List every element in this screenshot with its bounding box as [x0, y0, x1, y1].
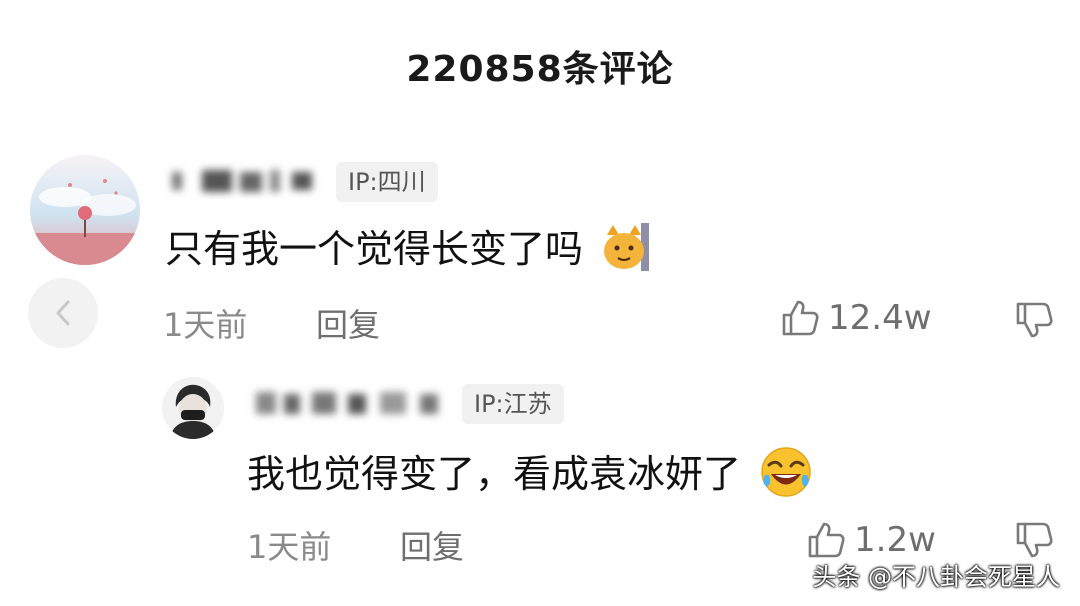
chevron-left-icon [56, 300, 70, 326]
like-count: 1.2w [854, 520, 936, 560]
avatar[interactable] [162, 377, 224, 439]
thumbs-down-icon [1016, 522, 1053, 558]
avatar[interactable] [30, 155, 140, 265]
username-blurred[interactable] [250, 388, 460, 418]
thumbs-up-icon [782, 300, 819, 336]
comment-text: 我也觉得变了，看成袁冰妍了 [247, 443, 813, 508]
comments-page: 220858条评论 IP:四川 只有我一个觉得长变了吗 1天前 回复 12.4w… [0, 0, 1080, 606]
comments-count-title: 220858条评论 [406, 49, 674, 90]
ip-location-badge: IP:江苏 [462, 384, 564, 424]
avatar-image [162, 377, 224, 439]
laughing-emoji-icon [759, 445, 813, 508]
like-button[interactable]: 12.4w [780, 298, 932, 338]
comment-time: 1天前 [247, 528, 332, 566]
username-blurred[interactable] [168, 166, 318, 196]
avatar-image [30, 155, 140, 265]
like-count: 12.4w [828, 298, 932, 338]
reply-button[interactable]: 回复 [316, 300, 380, 346]
ip-location-badge: IP:四川 [336, 162, 438, 202]
comment-time: 1天前 [163, 306, 248, 344]
like-button[interactable]: 1.2w [806, 520, 936, 560]
comment-text-content: 只有我一个觉得长变了吗 [165, 227, 584, 271]
watermark: 头条 @不八卦会死星人 [812, 563, 1060, 591]
cat-emoji-icon [601, 221, 651, 282]
back-button[interactable] [28, 278, 98, 348]
dislike-button[interactable] [1014, 520, 1054, 560]
dislike-button[interactable] [1014, 300, 1054, 340]
thumbs-up-icon [808, 522, 845, 558]
comment-text-content: 我也觉得变了，看成袁冰妍了 [247, 452, 742, 496]
comment-text: 只有我一个觉得长变了吗 [165, 218, 651, 282]
reply-button[interactable]: 回复 [400, 522, 464, 568]
thumbs-down-icon [1016, 302, 1053, 338]
